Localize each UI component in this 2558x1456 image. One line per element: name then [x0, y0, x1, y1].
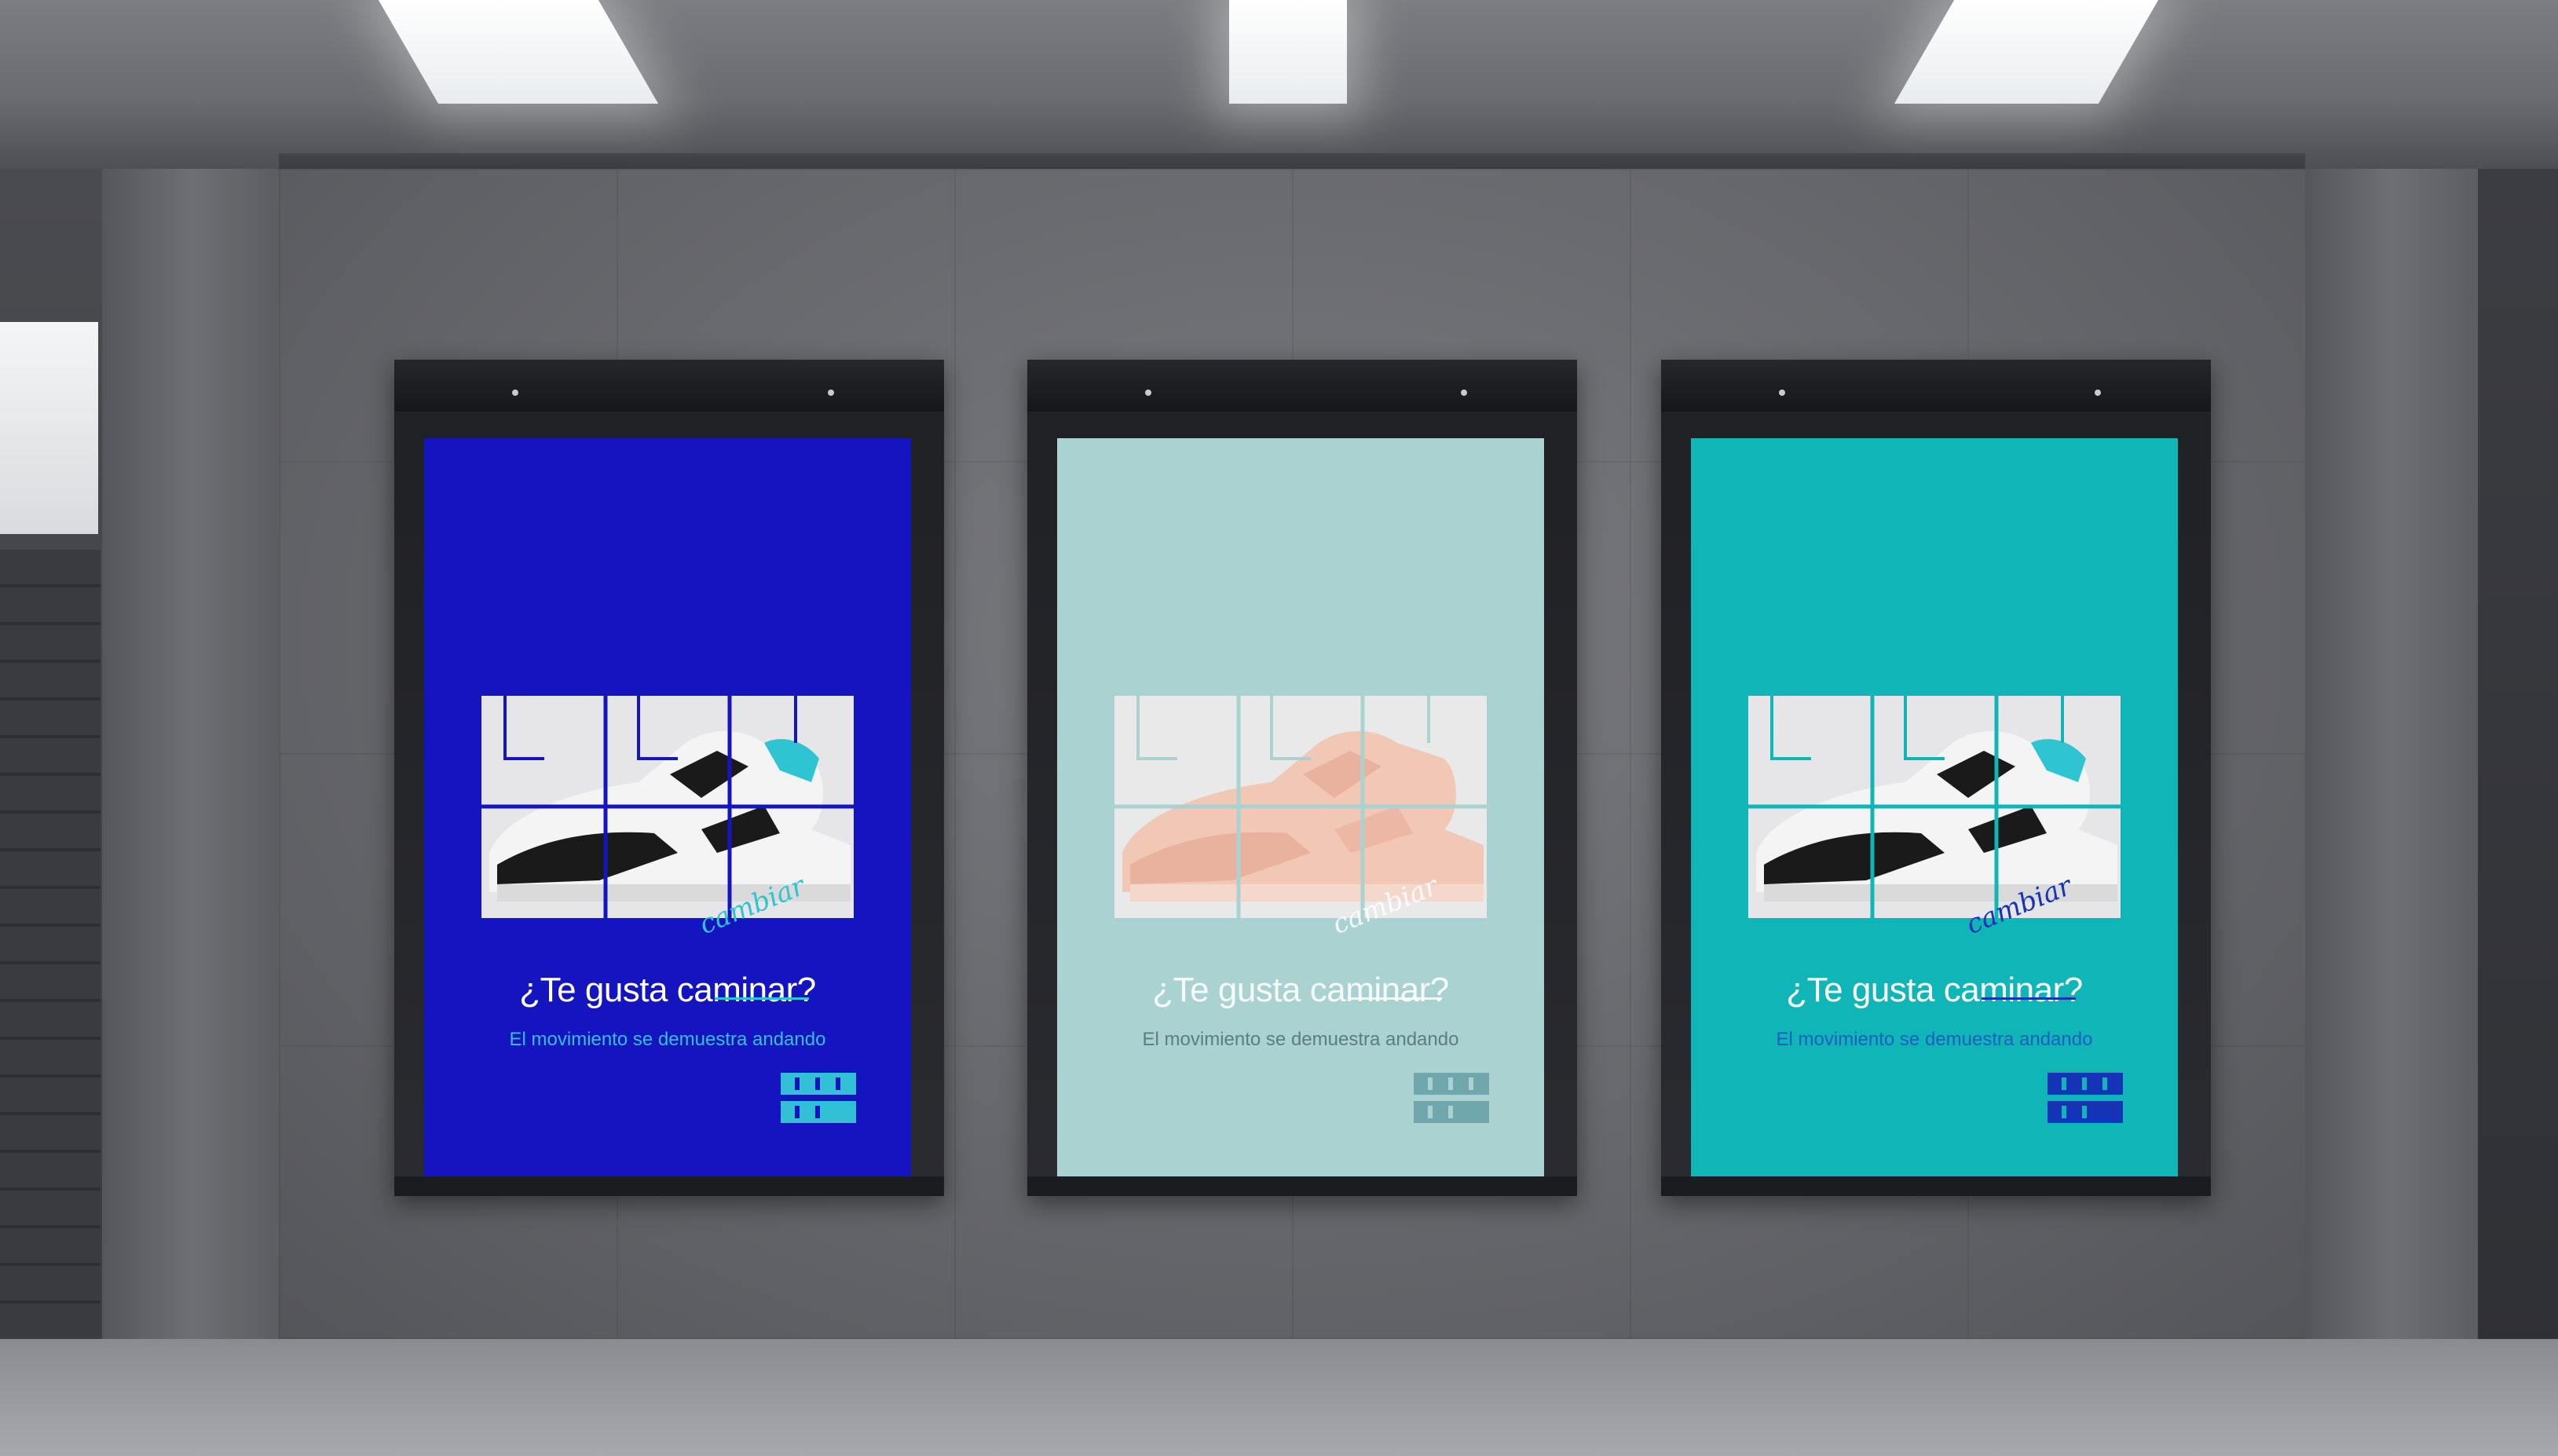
subway-poster-scene: cambiar ¿Te gusta caminar? El movimiento… — [0, 0, 2558, 1456]
screw — [828, 390, 834, 396]
screw — [1145, 390, 1151, 396]
poster-headline: ¿Te gusta caminar? — [1786, 971, 2083, 1009]
poster-subline: El movimiento se demuestra andando — [509, 1029, 826, 1050]
poster-headline: ¿Te gusta caminar? — [519, 971, 816, 1009]
poster-headline: ¿Te gusta caminar? — [1152, 971, 1449, 1009]
screw — [1779, 390, 1785, 396]
poster-subline: El movimiento se demuestra andando — [1142, 1029, 1459, 1050]
poster-3: cambiar ¿Te gusta caminar? El movimiento… — [1691, 438, 2178, 1176]
left-stairs — [0, 550, 101, 1335]
poster-2: cambiar ¿Te gusta caminar? El movimiento… — [1057, 438, 1544, 1176]
right-column — [2305, 169, 2478, 1370]
poster-frame-3: cambiar ¿Te gusta caminar? El movimiento… — [1661, 360, 2211, 1196]
left-window — [0, 322, 98, 534]
right-corridor — [2478, 169, 2558, 1370]
strikethrough-mark — [1348, 997, 1442, 1000]
floor — [0, 1339, 2558, 1456]
ceiling-edge — [279, 153, 2305, 170]
strikethrough-mark — [1982, 997, 2076, 1000]
frame-header — [394, 360, 944, 412]
frame-footer — [1027, 1176, 1577, 1196]
poster-frame-2: cambiar ¿Te gusta caminar? El movimiento… — [1027, 360, 1577, 1196]
screw — [1461, 390, 1467, 396]
brand-logo-icon — [1414, 1073, 1489, 1123]
left-column — [102, 169, 279, 1370]
frame-header — [1661, 360, 2211, 412]
screw — [2095, 390, 2101, 396]
poster-frame-1: cambiar ¿Te gusta caminar? El movimiento… — [394, 360, 944, 1196]
frame-footer — [1661, 1176, 2211, 1196]
brand-logo-icon — [781, 1073, 856, 1123]
ceiling-light-center — [1229, 0, 1347, 104]
frame-header — [1027, 360, 1577, 412]
frame-footer — [394, 1176, 944, 1196]
screw — [512, 390, 518, 396]
poster-subline: El movimiento se demuestra andando — [1776, 1029, 2093, 1050]
poster-1: cambiar ¿Te gusta caminar? El movimiento… — [424, 438, 911, 1176]
brand-logo-icon — [2047, 1073, 2123, 1123]
strikethrough-mark — [715, 997, 809, 1000]
